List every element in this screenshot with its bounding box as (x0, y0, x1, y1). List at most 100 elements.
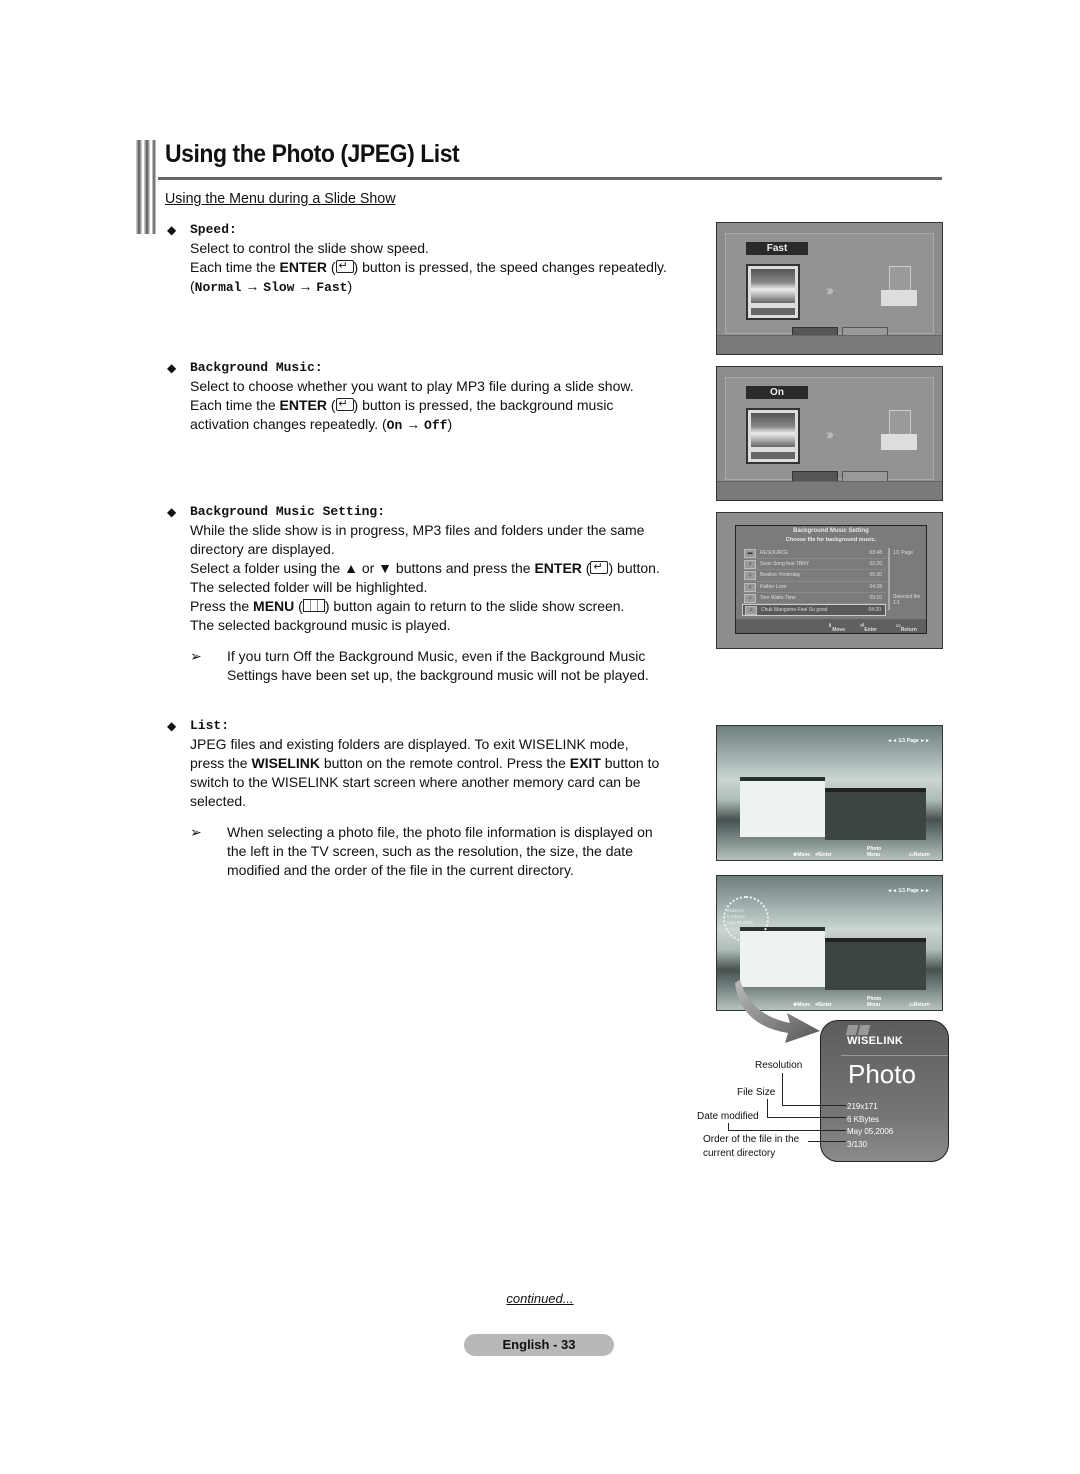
bgm-description: Select to choose whether you want to pla… (190, 377, 710, 435)
music-file-list: ▬ RESOURCE 03:48 ♫ Sean Song feat TBNY 02:20… (742, 548, 886, 617)
list-item[interactable]: ▬ RESOURCE 03:48 (742, 548, 886, 560)
file-name: Chuk Mangione-Feel So good (761, 606, 828, 613)
file-name: RESOURCE (760, 550, 789, 556)
bullet-diamond-icon: ◆ (167, 719, 177, 733)
list-scrollbar[interactable] (888, 548, 890, 610)
list-item[interactable]: ♫ Sean Song feat TBNY 02:20 (742, 559, 886, 571)
photo-menu-label: Photo Menu (867, 846, 882, 858)
page-number-badge: English - 33 (464, 1334, 614, 1356)
photo-thumbnail (746, 264, 800, 320)
move-hint: ✥ Move (793, 852, 810, 858)
callout-line (728, 1123, 729, 1130)
enter-key-label: ENTER (534, 560, 582, 576)
photo-house (739, 776, 825, 838)
bgm-setting-description: While the slide show is in progress, MP3… (190, 521, 710, 635)
photo-thumbnail (746, 408, 800, 464)
note-line: When selecting a photo file, the photo f… (227, 824, 653, 840)
list-line3: switch to the WISELINK start screen wher… (190, 774, 641, 790)
callout-order: Order of the file in the (703, 1134, 800, 1145)
bgm-line2: Each time the ENTER () button is pressed… (190, 395, 710, 415)
speed-label: Speed: (190, 222, 237, 237)
cycle-fast: Fast (316, 280, 348, 295)
dialog-footer: ⇕ Move ⏎ Enter ▭ Return (736, 619, 926, 633)
music-note-icon: ♫ (744, 560, 756, 570)
menu-key-label: MENU (253, 598, 295, 614)
exit-key-label: EXIT (569, 755, 601, 771)
text: Press the (190, 598, 254, 614)
print-icon (881, 266, 917, 312)
zoom-arrow-icon (735, 980, 820, 1043)
bgm-screen: On ››› (716, 366, 943, 501)
text: ) button is pressed, the background musi… (353, 397, 614, 413)
file-duration: 04:20 (868, 606, 881, 613)
bgm-tag: On (746, 386, 808, 399)
bgm-setting-screen: Background Music Setting Choose file for… (716, 512, 943, 649)
speed-line2: Each time the ENTER () button is pressed… (190, 257, 710, 277)
speed-screen: Fast ››› (716, 222, 943, 355)
enter-hint: ⏎ Enter (860, 623, 877, 633)
date-modified-value: May 05,2006 (847, 1127, 894, 1136)
chevrons-icon: ››› (826, 426, 834, 442)
text: Each time the (190, 259, 280, 275)
page-indicator: ◄◄ 1/1 Page ►► (887, 888, 930, 894)
list-item[interactable]: ♫ Tom Waits-Time 05:10 (742, 593, 886, 604)
text: button on the remote control. Press the (319, 755, 570, 771)
enter-icon (590, 558, 609, 577)
file-size-value: 6 KBytes (847, 1114, 880, 1124)
callout-line (782, 1105, 846, 1106)
wiselink-brand: WISELINK (847, 1035, 904, 1047)
callout-line (767, 1099, 768, 1117)
text: activation changes repeatedly. ( (190, 416, 387, 432)
list-line1: JPEG files and existing folders are disp… (190, 736, 629, 752)
music-note-icon: ♫ (744, 582, 756, 592)
file-duration: 05:30 (869, 572, 882, 579)
file-name: Sean Song feat TBNY (760, 561, 810, 568)
enter-key-label: ENTER (279, 397, 327, 413)
callout-line (808, 1141, 846, 1142)
enter-key-label: ENTER (279, 259, 327, 275)
continued-link: continued... (506, 1291, 574, 1306)
list-item[interactable]: ♫ Father Love 04:28 (742, 582, 886, 593)
page-indicator: 1/1 Page (893, 550, 914, 556)
list-item-selected[interactable]: ♫ Chuk Mangione-Feel So good 04:20 (742, 603, 886, 617)
text: ) button again to return to the slide sh… (324, 598, 625, 614)
wiselink-logo-icon (845, 1025, 871, 1035)
return-hint: ▭ Return (909, 1002, 930, 1008)
note-line: the left in the TV screen, such as the r… (227, 843, 633, 859)
speed-line1: Select to control the slide show speed. (190, 240, 429, 256)
list-line2: press the WISELINK button on the remote … (190, 754, 710, 773)
mode-title: Photo (848, 1059, 916, 1089)
screen-panel: On ››› (725, 377, 934, 484)
return-label: Return (900, 627, 917, 633)
enter-label: Enter (864, 627, 877, 633)
bgms-line2: directory are displayed. (190, 541, 335, 557)
music-note-icon: ♫ (745, 605, 757, 615)
screen-footer (717, 481, 942, 500)
list-item[interactable]: ♫ Beatles-Yesterday 05:30 (742, 570, 886, 582)
note-line: If you turn Off the Background Music, ev… (227, 648, 646, 664)
bullet-diamond-icon: ◆ (167, 361, 177, 375)
music-note-icon: ♫ (744, 571, 756, 581)
screen-footer (717, 335, 942, 354)
cycle-slow: Slow (263, 280, 295, 295)
file-name: Tom Waits-Time (760, 594, 796, 601)
note-line: Settings have been set up, the backgroun… (227, 667, 649, 683)
title-divider (158, 177, 942, 180)
note-arrow-icon: ➢ (190, 824, 202, 840)
text: ) button is pressed, the speed changes r… (353, 259, 667, 275)
file-duration: 02:20 (869, 561, 882, 568)
callout-date-modified: Date modified (697, 1111, 759, 1122)
note-text: When selecting a photo file, the photo f… (227, 823, 697, 880)
bullet-diamond-icon: ◆ (167, 505, 177, 519)
bgm-label: Background Music: (190, 360, 323, 375)
photo-menu-label: Photo Menu (867, 996, 882, 1008)
text: press the (190, 755, 252, 771)
callout-order-line2: current directory (703, 1148, 776, 1159)
note-text: If you turn Off the Background Music, ev… (227, 647, 697, 685)
enter-label: Enter (819, 852, 832, 858)
file-name: Father Love (760, 583, 787, 590)
card-divider (841, 1055, 948, 1056)
file-name: Beatles-Yesterday (760, 572, 801, 579)
dialog-subtitle: Choose file for background music. (785, 537, 877, 543)
callout-line (728, 1130, 846, 1131)
